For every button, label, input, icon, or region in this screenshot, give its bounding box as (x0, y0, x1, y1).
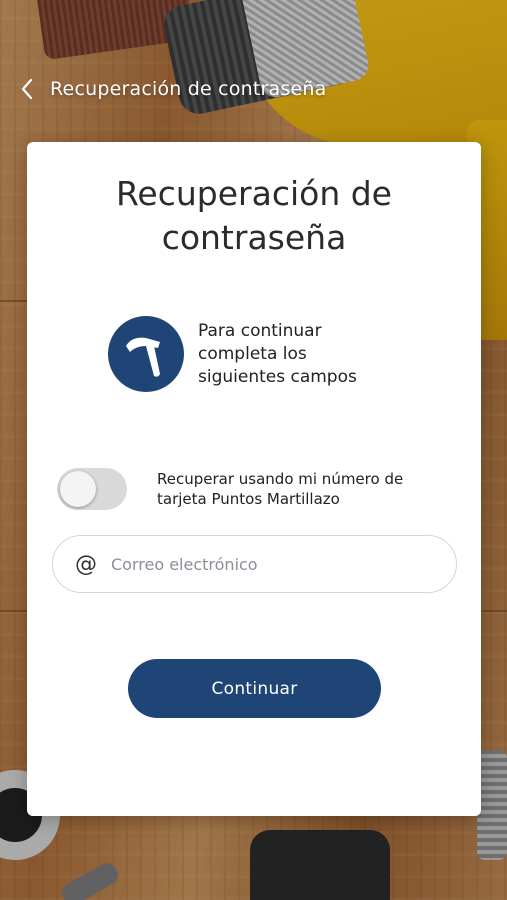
recovery-card: Recuperación de contraseña Para continua… (27, 142, 481, 816)
email-input[interactable] (111, 554, 456, 574)
header-title: Recuperación de contraseña (50, 78, 327, 100)
chevron-left-icon[interactable] (18, 77, 36, 101)
instructions-text: Para continuar completa los siguientes c… (198, 320, 357, 387)
continue-button[interactable]: Continuar (128, 659, 381, 718)
info-row: Para continuar completa los siguientes c… (108, 316, 441, 392)
card-number-toggle-row: Recuperar usando mi número de tarjeta Pu… (57, 468, 453, 510)
toggle-label: Recuperar usando mi número de tarjeta Pu… (157, 470, 404, 508)
top-bar: Recuperación de contraseña (18, 72, 487, 106)
email-field[interactable]: @ (52, 535, 457, 593)
page-title: Recuperación de contraseña (115, 174, 392, 257)
card-number-toggle[interactable] (57, 468, 127, 510)
at-icon: @ (75, 551, 97, 577)
hammer-icon (108, 316, 184, 392)
toggle-knob (60, 471, 96, 507)
